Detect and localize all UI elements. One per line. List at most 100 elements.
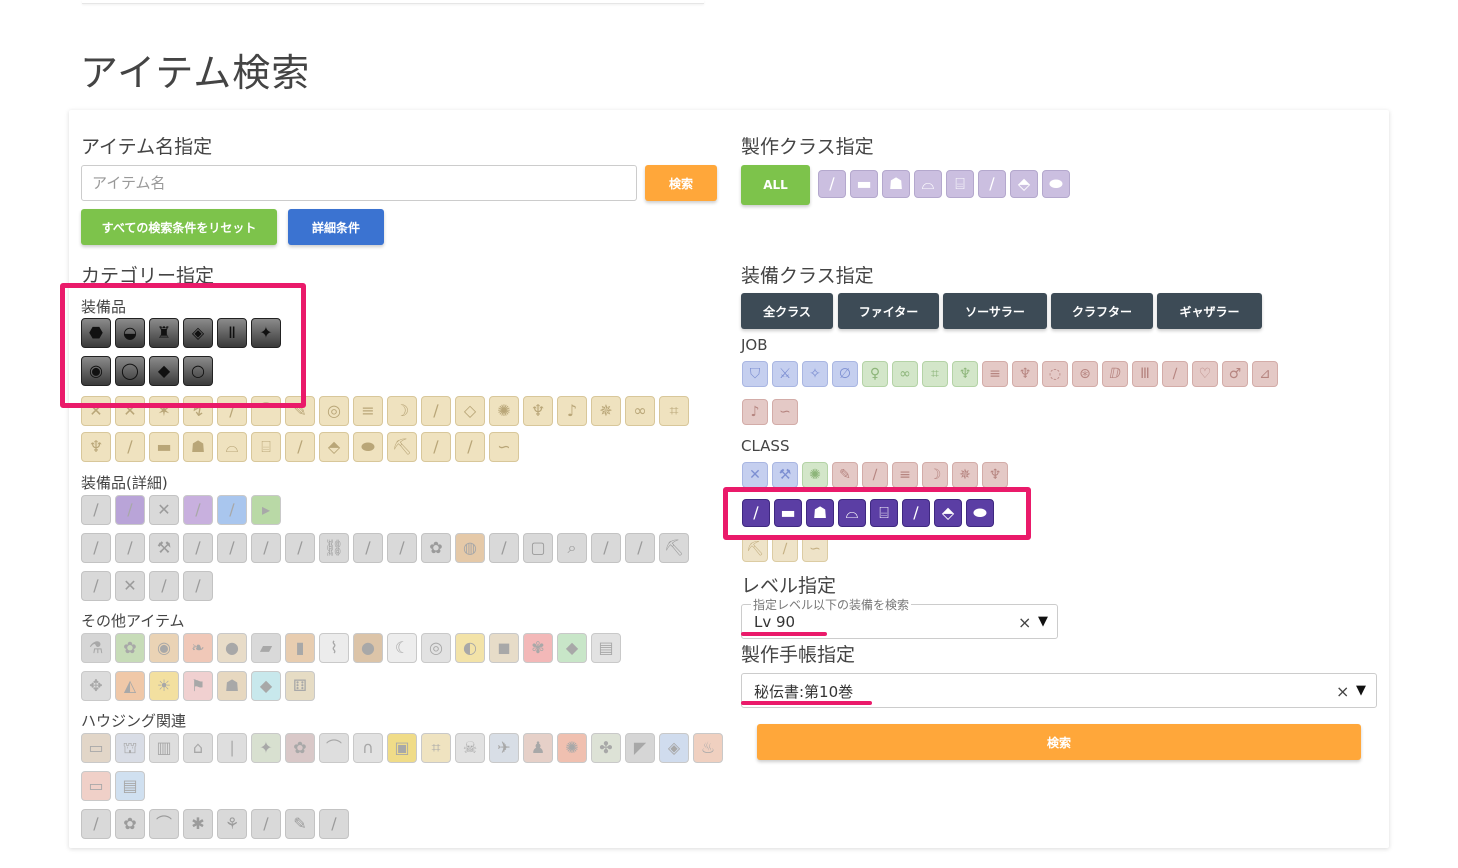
tool-icon[interactable]: ∕ [115,432,145,462]
black-mage-icon[interactable]: ♂ [1222,361,1248,387]
tool-icon[interactable]: ▢ [523,533,553,563]
tool-icon[interactable]: ∕ [285,432,315,462]
dancer-icon[interactable]: ♡ [1192,361,1218,387]
dye-icon[interactable]: ◐ [455,633,485,663]
housing-item-icon[interactable]: ✺ [557,733,587,763]
primary-tool-icon[interactable]: ▸ [251,495,281,525]
tool-icon[interactable]: ☗ [183,432,213,462]
tool-icon[interactable]: ⬘ [319,432,349,462]
housing-item-icon[interactable]: ♟ [523,733,553,763]
primary-tool-icon[interactable]: ∕ [81,495,111,525]
housing-item-icon[interactable]: ∕ [81,809,111,839]
tool-icon[interactable]: ▬ [149,432,179,462]
tool-icon[interactable]: ∕ [489,533,519,563]
misc-item-icon[interactable]: ◭ [115,671,145,701]
tool-icon[interactable]: ∕ [625,533,655,563]
notebook-dropdown-arrow-icon[interactable]: ▼ [1356,683,1366,698]
bone-icon[interactable]: ☾ [387,633,417,663]
scholar-icon[interactable]: ∞ [892,361,918,387]
housing-item-icon[interactable]: ▣ [387,733,417,763]
tool-icon[interactable]: ∕ [149,571,179,601]
housing-item-icon[interactable]: ▭ [81,771,111,801]
tool-icon[interactable]: ⛓ [319,533,349,563]
marauder-icon[interactable]: ⚒ [772,462,798,488]
misc-item-icon[interactable]: ⚅ [285,671,315,701]
craft-all-button[interactable]: ALL [741,165,810,205]
item-name-input[interactable] [81,165,637,201]
reaper-icon[interactable]: ⅅ [1102,361,1128,387]
carpenter-icon[interactable]: ∕ [818,170,846,198]
lumber-icon[interactable]: ▮ [285,633,315,663]
blue-mage-icon[interactable]: ∽ [772,399,798,425]
weapon-icon[interactable]: ◇ [455,396,485,426]
gatherer-button[interactable]: ギャザラー [1157,293,1262,329]
dragoon-icon[interactable]: ♆ [1012,361,1038,387]
tool-icon[interactable]: ∕ [591,533,621,563]
primary-tool-icon[interactable]: ✕ [149,495,179,525]
sage-icon[interactable]: ♆ [952,361,978,387]
archer-icon[interactable]: ☽ [922,462,948,488]
lancer-icon[interactable]: ∕ [862,462,888,488]
stone-icon[interactable]: ● [217,633,247,663]
leatherworker-icon[interactable]: ⌸ [946,170,974,198]
tool-icon[interactable]: ∕ [183,533,213,563]
materia-icon[interactable]: ◆ [557,633,587,663]
weapon-icon[interactable]: ≡ [353,396,383,426]
tool-icon[interactable]: ∕ [285,533,315,563]
tool-icon[interactable]: ⬬ [353,432,383,462]
bard-icon[interactable]: Ⅲ [1132,361,1158,387]
weapon-icon[interactable]: ◎ [319,396,349,426]
all-classes-button[interactable]: 全クラス [741,293,833,329]
tool-icon[interactable]: ∕ [217,533,247,563]
reset-all-button[interactable]: すべての検索条件をリセット [81,209,277,245]
weapon-icon[interactable]: ✺ [489,396,519,426]
tool-icon[interactable]: ∕ [115,533,145,563]
alchemist-icon[interactable]: ⬘ [1010,170,1038,198]
tool-icon[interactable]: ∕ [421,432,451,462]
pugilist-icon[interactable]: ✎ [832,462,858,488]
housing-item-icon[interactable]: ⌗ [421,733,451,763]
tool-icon[interactable]: ✿ [421,533,451,563]
thaumaturge-icon[interactable]: ✵ [952,462,978,488]
tool-icon[interactable]: ∕ [183,571,213,601]
housing-item-icon[interactable]: ✈ [489,733,519,763]
crafter-button[interactable]: クラフター [1051,293,1153,329]
housing-item-icon[interactable]: ∣ [217,733,247,763]
red-mage-icon[interactable]: ♪ [742,399,768,425]
housing-item-icon[interactable]: ∕ [251,809,281,839]
housing-item-icon[interactable]: ▥ [149,733,179,763]
monk-icon[interactable]: ≡ [982,361,1008,387]
tool-icon[interactable]: ⌸ [251,432,281,462]
metal-icon[interactable]: ▰ [251,633,281,663]
item-name-search-button[interactable]: 検索 [645,165,717,201]
housing-item-icon[interactable]: ◤ [625,733,655,763]
sorcerer-button[interactable]: ソーサラー [943,293,1047,329]
tool-icon[interactable]: ∕ [81,571,111,601]
primary-tool-icon[interactable]: ∕ [183,495,213,525]
tool-icon[interactable]: ∽ [489,432,519,462]
ninja-icon[interactable]: ◌ [1042,361,1068,387]
main-search-button[interactable]: 検索 [757,724,1361,760]
scroll-icon[interactable]: ▤ [591,633,621,663]
housing-item-icon[interactable]: ✿ [285,733,315,763]
misc-item-icon[interactable]: ⚑ [183,671,213,701]
notebook-clear-icon[interactable]: × [1336,682,1349,701]
housing-item-icon[interactable]: ▤ [115,771,145,801]
housing-item-icon[interactable]: ⚘ [217,809,247,839]
gunbreaker-icon[interactable]: ∅ [832,361,858,387]
housing-item-icon[interactable]: ∩ [353,733,383,763]
housing-item-icon[interactable]: ✦ [251,733,281,763]
housing-item-icon[interactable]: ✿ [115,809,145,839]
medicine-icon[interactable]: ⚗ [81,633,111,663]
part-icon[interactable]: ◼ [489,633,519,663]
misc-item-icon[interactable]: ◆ [251,671,281,701]
ingredient-icon[interactable]: ✿ [115,633,145,663]
detail-conditions-button[interactable]: 詳細条件 [288,209,384,245]
rogue-icon[interactable]: ≡ [892,462,918,488]
tool-icon[interactable]: ∕ [251,533,281,563]
housing-item-icon[interactable]: ▭ [81,733,111,763]
tool-icon[interactable]: ⌓ [217,432,247,462]
leather-icon[interactable]: ● [353,633,383,663]
paladin-icon[interactable]: ⛉ [742,361,768,387]
housing-item-icon[interactable]: ✎ [285,809,315,839]
